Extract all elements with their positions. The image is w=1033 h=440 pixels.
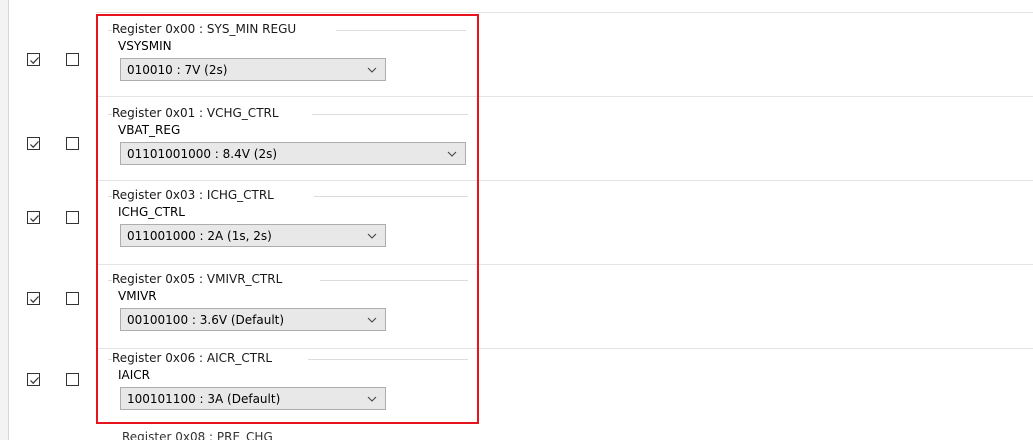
row-divider <box>96 12 1033 13</box>
register-title: Register 0x05 : VMIVR_CTRL <box>112 272 285 286</box>
checkmark-icon <box>30 141 39 149</box>
value-dropdown[interactable]: 100101100 : 3A (Default) <box>120 387 386 410</box>
register-title: Register 0x01 : VCHG_CTRL <box>112 106 281 120</box>
register-group: Register 0x06 : AICR_CTRL IAICR 10010110… <box>108 351 478 429</box>
register-group: Register 0x05 : VMIVR_CTRL VMIVR 0010010… <box>108 272 478 350</box>
checkmark-icon <box>30 296 39 304</box>
register-row: Register 0x01 : VCHG_CTRL VBAT_REG 01101… <box>0 96 1033 180</box>
register-row: Register 0x05 : VMIVR_CTRL VMIVR 0010010… <box>0 264 1033 348</box>
group-border <box>308 359 468 360</box>
checkmark-icon <box>30 215 39 223</box>
field-label: VSYSMIN <box>118 39 172 53</box>
row-divider <box>96 348 1033 349</box>
field-label: IAICR <box>118 368 151 382</box>
secondary-checkbox[interactable] <box>66 292 79 305</box>
register-row: Register 0x00 : SYS_MIN REGU VSYSMIN 010… <box>0 12 1033 96</box>
enable-checkbox[interactable] <box>27 137 40 150</box>
register-config-panel: Register 0x00 : SYS_MIN REGU VSYSMIN 010… <box>0 0 1033 440</box>
enable-checkbox[interactable] <box>27 292 40 305</box>
register-title: Register 0x00 : SYS_MIN REGU <box>112 22 299 36</box>
register-group: Register 0x00 : SYS_MIN REGU VSYSMIN 010… <box>108 22 478 100</box>
value-dropdown[interactable]: 011001000 : 2A (1s, 2s) <box>120 224 386 247</box>
row-divider <box>96 180 1033 181</box>
group-border <box>336 30 466 31</box>
register-row: Register 0x06 : AICR_CTRL IAICR 10010110… <box>0 348 1033 432</box>
row-divider <box>96 96 1033 97</box>
field-label: VBAT_REG <box>118 123 181 137</box>
secondary-checkbox[interactable] <box>66 137 79 150</box>
secondary-checkbox[interactable] <box>66 53 79 66</box>
group-border <box>320 280 468 281</box>
field-label: VMIVR <box>118 289 157 303</box>
group-border <box>314 196 468 197</box>
chevron-down-icon <box>367 67 377 73</box>
chevron-down-icon <box>367 233 377 239</box>
secondary-checkbox[interactable] <box>66 211 79 224</box>
value-dropdown[interactable]: 01101001000 : 8.4V (2s) <box>120 142 466 165</box>
register-group: Register 0x03 : ICHG_CTRL ICHG_CTRL 0110… <box>108 188 478 266</box>
checkmark-icon <box>30 57 39 65</box>
group-border <box>312 114 468 115</box>
value-dropdown[interactable]: 00100100 : 3.6V (Default) <box>120 308 386 331</box>
register-title-partial: Register 0x08 : PRE_CHG <box>122 430 273 440</box>
register-row: Register 0x03 : ICHG_CTRL ICHG_CTRL 0110… <box>0 180 1033 264</box>
dropdown-value: 100101100 : 3A (Default) <box>127 392 281 406</box>
register-title: Register 0x06 : AICR_CTRL <box>112 351 275 365</box>
dropdown-value: 011001000 : 2A (1s, 2s) <box>127 229 272 243</box>
register-title: Register 0x03 : ICHG_CTRL <box>112 188 276 202</box>
chevron-down-icon <box>367 396 377 402</box>
enable-checkbox[interactable] <box>27 53 40 66</box>
chevron-down-icon <box>367 317 377 323</box>
dropdown-value: 00100100 : 3.6V (Default) <box>127 313 285 327</box>
field-label: ICHG_CTRL <box>118 205 185 219</box>
value-dropdown[interactable]: 010010 : 7V (2s) <box>120 58 386 81</box>
register-group: Register 0x01 : VCHG_CTRL VBAT_REG 01101… <box>108 106 478 184</box>
dropdown-value: 010010 : 7V (2s) <box>127 63 228 77</box>
enable-checkbox[interactable] <box>27 373 40 386</box>
chevron-down-icon <box>447 151 457 157</box>
row-divider <box>96 264 1033 265</box>
secondary-checkbox[interactable] <box>66 373 79 386</box>
dropdown-value: 01101001000 : 8.4V (2s) <box>127 147 278 161</box>
checkmark-icon <box>30 377 39 385</box>
enable-checkbox[interactable] <box>27 211 40 224</box>
